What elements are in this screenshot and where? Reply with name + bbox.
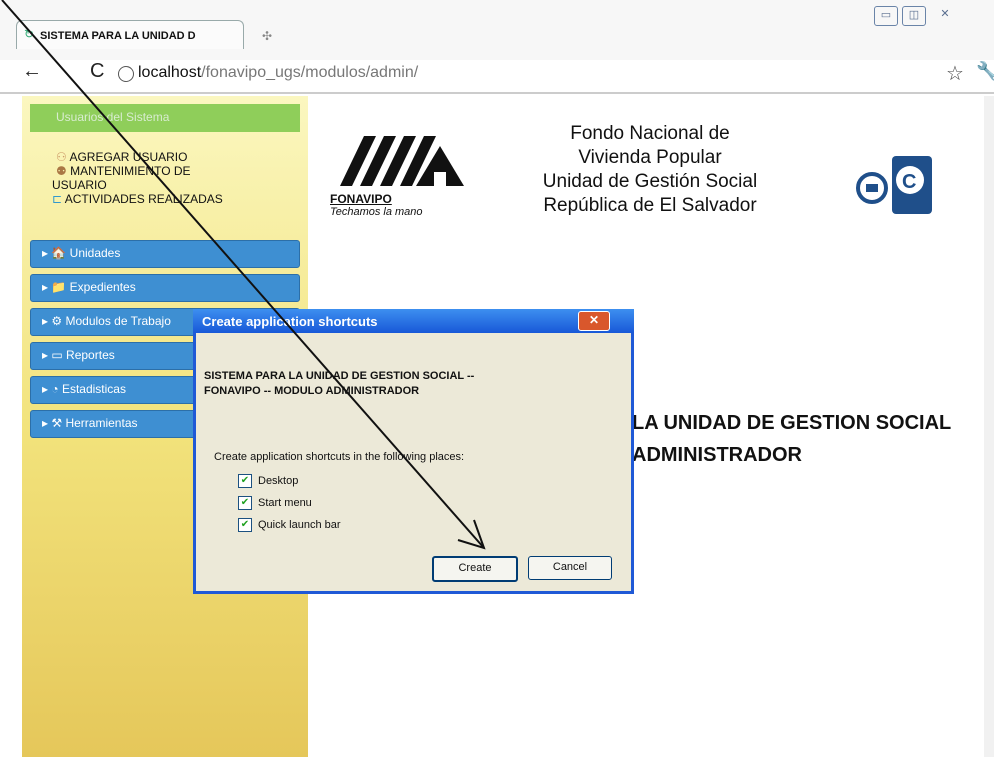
maximize-icon[interactable]: ◫ bbox=[902, 6, 926, 26]
sidebar-item-label: ACTIVIDADES REALIZADAS bbox=[64, 192, 223, 206]
scrollbar[interactable] bbox=[984, 96, 994, 757]
menu-label: Unidades bbox=[69, 246, 121, 260]
stats-icon: ◔ bbox=[51, 382, 59, 396]
bookmark-star-icon[interactable]: ☆ bbox=[946, 61, 964, 86]
minimize-icon[interactable]: ▭ bbox=[874, 6, 898, 26]
quick-launch-checkbox[interactable]: ✔ Quick launch bar bbox=[238, 518, 341, 532]
checkbox-label: Desktop bbox=[258, 474, 299, 487]
users-icon: ⚉ bbox=[56, 164, 71, 178]
checkbox-checked-icon[interactable]: ✔ bbox=[238, 496, 252, 510]
reload-icon[interactable]: C bbox=[90, 60, 104, 83]
sidebar-item-label: USUARIO bbox=[52, 178, 107, 192]
sidebar-item-label: MANTENIMIENTO DE bbox=[70, 164, 191, 178]
close-icon[interactable]: ✕ bbox=[934, 6, 956, 24]
menu-label: Modulos de Trabajo bbox=[65, 314, 171, 328]
org-line: Unidad de Gestión Social bbox=[542, 171, 758, 192]
svg-text:C: C bbox=[902, 171, 916, 193]
sidebar-item-label: ▸ 📁 Expedientes bbox=[42, 280, 136, 294]
menu-label: Herramientas bbox=[65, 416, 138, 430]
sidebar-item-mantenimiento[interactable]: ⚉ MANTENIMIENTO DE bbox=[56, 164, 296, 178]
window-controls: ▭ ◫ ✕ bbox=[874, 6, 994, 28]
checkbox-label: Start menu bbox=[258, 496, 312, 509]
dialog-close-icon[interactable]: ✕ bbox=[578, 311, 610, 331]
start-menu-checkbox[interactable]: ✔ Start menu bbox=[238, 496, 312, 510]
sidebar-item-label: ▸ ⚒ Herramientas bbox=[42, 416, 138, 430]
modules-icon: ⚙ bbox=[51, 314, 63, 328]
sidebar-item-label: ▸ 🏠 Unidades bbox=[42, 246, 121, 260]
sidebar-submenu: ⚇ AGREGAR USUARIO ⚉ MANTENIMIENTO DE USU… bbox=[52, 150, 296, 206]
sidebar-item-label: ▸ ⚙ Modulos de Trabajo bbox=[42, 314, 171, 328]
page-info-icon[interactable] bbox=[118, 66, 134, 82]
checkbox-label: Quick launch bar bbox=[258, 518, 341, 531]
tools-icon: ⚒ bbox=[51, 416, 63, 430]
activity-icon: ⊏ bbox=[52, 192, 65, 206]
report-icon: ▭ bbox=[51, 348, 63, 362]
page-title-line1: LA UNIDAD DE GESTION SOCIAL bbox=[632, 412, 952, 434]
dialog-app-name: FONAVIPO -- MODULO ADMINISTRADOR bbox=[204, 385, 420, 397]
menu-label: Reportes bbox=[66, 348, 115, 362]
ugs-badge-icon: C bbox=[856, 156, 932, 214]
checkbox-checked-icon[interactable]: ✔ bbox=[238, 518, 252, 532]
cancel-button[interactable]: Cancel bbox=[528, 556, 612, 580]
sidebar-header-label: Usuarios del Sistema bbox=[56, 110, 170, 124]
menu-label: Expedientes bbox=[69, 280, 136, 294]
sidebar-item-agregar[interactable]: ⚇ AGREGAR USUARIO bbox=[56, 150, 296, 164]
folder-icon: 📁 bbox=[51, 280, 67, 294]
sidebar-item-mantenimiento-cont[interactable]: USUARIO bbox=[52, 178, 296, 192]
tab-favicon-icon: ↻ bbox=[24, 27, 35, 41]
sidebar-item-actividades[interactable]: ⊏ ACTIVIDADES REALIZADAS bbox=[52, 192, 296, 206]
sidebar-item-label: ▸ ▭ Reportes bbox=[42, 348, 115, 362]
dialog-instruction: Create application shortcuts in the foll… bbox=[214, 451, 465, 463]
logo-name: FONAVIPO bbox=[330, 192, 392, 206]
address-bar[interactable]: localhost/fonavipo_ugs/modulos/admin/ bbox=[138, 64, 418, 82]
back-arrow-icon[interactable]: ← bbox=[22, 60, 42, 83]
menu-label: Estadisticas bbox=[61, 382, 126, 396]
add-user-icon: ⚇ bbox=[56, 150, 70, 164]
new-tab-icon[interactable]: ✣ bbox=[262, 29, 272, 43]
tab-title: SISTEMA PARA LA UNIDAD D bbox=[40, 30, 196, 42]
unidades-icon: 🏠 bbox=[51, 246, 67, 260]
page-title-line2: ADMINISTRADOR bbox=[632, 444, 802, 466]
create-button[interactable]: Create bbox=[432, 556, 518, 582]
sidebar-item-label: AGREGAR USUARIO bbox=[69, 150, 188, 164]
wrench-icon[interactable]: 🔧 bbox=[976, 61, 994, 82]
org-line: Vivienda Popular bbox=[578, 147, 722, 168]
divider bbox=[0, 92, 994, 94]
url-host: localhost bbox=[138, 64, 202, 81]
dialog-app-name: SISTEMA PARA LA UNIDAD DE GESTION SOCIAL… bbox=[204, 370, 475, 382]
logo-tagline: Techamos la mano bbox=[330, 206, 423, 218]
checkbox-checked-icon[interactable]: ✔ bbox=[238, 474, 252, 488]
dialog-title: Create application shortcuts bbox=[202, 314, 378, 329]
organization-heading: Fondo Nacional de Vivienda Popular Unida… bbox=[500, 122, 800, 218]
org-line: República de El Salvador bbox=[543, 195, 757, 216]
url-path: /fonavipo_ugs/modulos/admin/ bbox=[201, 64, 419, 81]
desktop-checkbox[interactable]: ✔ Desktop bbox=[238, 474, 298, 488]
sidebar-item-label: ▸ ◔ Estadisticas bbox=[42, 382, 126, 396]
org-line: Fondo Nacional de bbox=[570, 123, 730, 144]
